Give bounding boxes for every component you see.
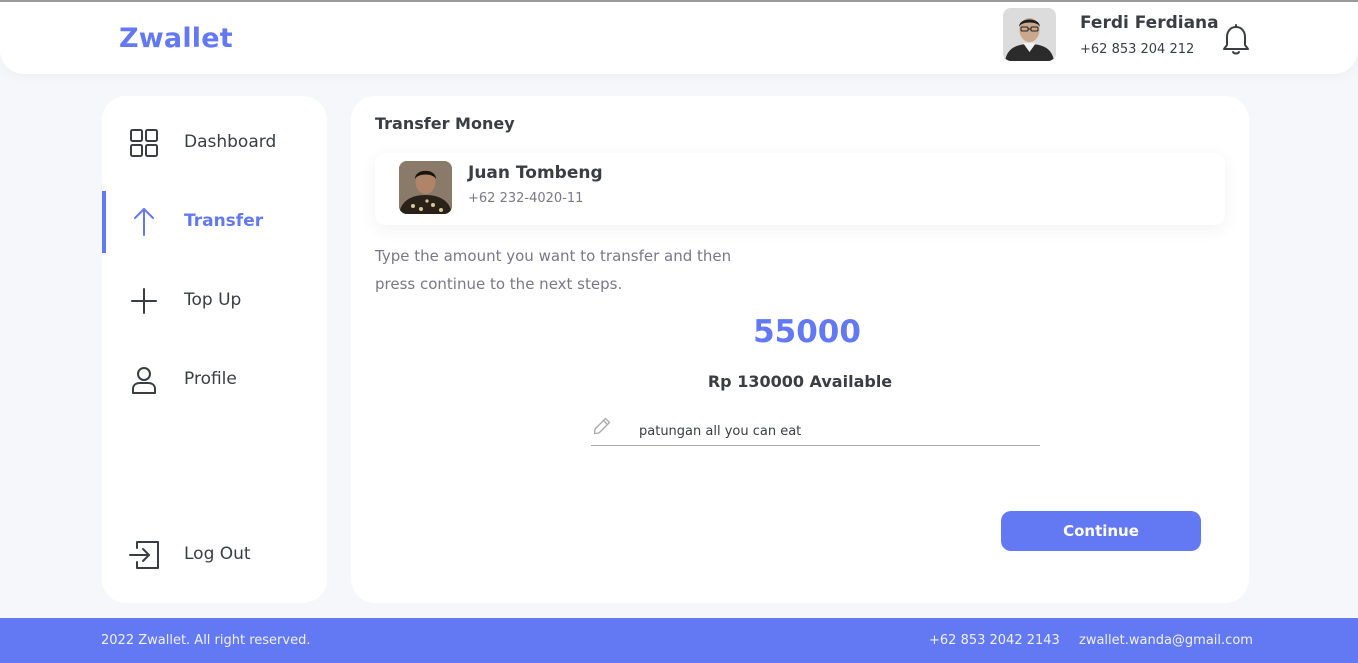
user-icon	[128, 364, 160, 396]
continue-button[interactable]: Continue	[1001, 511, 1201, 551]
amount-input[interactable]: 55000	[351, 314, 1263, 350]
copyright-text: 2022 Zwallet. All right reserved.	[101, 633, 311, 648]
active-indicator	[102, 191, 106, 253]
receiver-avatar	[399, 161, 452, 214]
instruction-text: Type the amount you want to transfer and…	[375, 247, 732, 293]
logout-button[interactable]: Log Out	[102, 524, 327, 586]
sidebar-item-top-up[interactable]: Top Up	[102, 270, 327, 332]
available-balance: Rp 130000 Available	[707, 372, 893, 391]
sidebar-item-transfer[interactable]: Transfer	[102, 191, 327, 253]
bell-icon[interactable]	[1222, 24, 1250, 56]
note-input[interactable]	[639, 420, 1029, 442]
arrow-up-icon	[128, 206, 160, 238]
user-name: Ferdi Ferdiana	[1080, 13, 1219, 33]
sidebar-item-label: Top Up	[184, 290, 242, 310]
receiver-card: Juan Tombeng +62 232-4020-11	[375, 153, 1225, 225]
logout-label: Log Out	[184, 544, 251, 564]
grid-icon	[128, 127, 160, 159]
sidebar-item-profile[interactable]: Profile	[102, 349, 327, 411]
sidebar-item-label: Profile	[184, 369, 237, 389]
sidebar: Dashboard Transfer Top Up Profile Log Ou…	[102, 96, 327, 603]
sidebar-item-dashboard[interactable]: Dashboard	[102, 112, 327, 174]
sidebar-item-label: Transfer	[184, 211, 264, 231]
footer: 2022 Zwallet. All right reserved. +62 85…	[0, 618, 1358, 663]
footer-email: zwallet.wanda@gmail.com	[1079, 633, 1253, 648]
logout-icon	[128, 539, 160, 571]
user-phone: +62 853 204 212	[1080, 42, 1195, 57]
transfer-panel: Transfer Money Juan Tombeng +62 232-4020…	[351, 96, 1249, 603]
plus-icon	[128, 285, 160, 317]
app-logo[interactable]: Zwallet	[119, 23, 233, 54]
receiver-name: Juan Tombeng	[468, 163, 603, 183]
sidebar-item-label: Dashboard	[184, 132, 277, 152]
user-avatar[interactable]	[1003, 8, 1056, 61]
note-field[interactable]	[591, 414, 1040, 446]
page-title: Transfer Money	[375, 114, 515, 133]
pencil-icon	[593, 417, 611, 435]
top-header: Zwallet Ferdi Ferdiana +62 853 204 212	[0, 2, 1358, 74]
receiver-phone: +62 232-4020-11	[468, 191, 584, 206]
footer-phone: +62 853 2042 2143	[929, 633, 1060, 648]
